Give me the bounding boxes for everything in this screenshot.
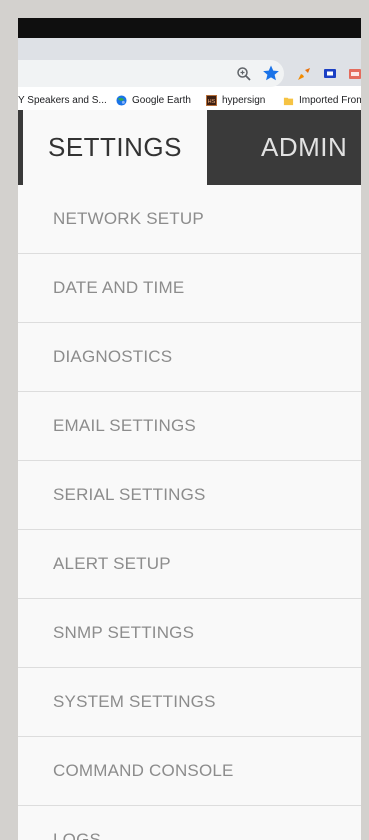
hypersign-icon: HS [206,95,217,106]
window-title-bar [18,18,361,38]
settings-menu: NETWORK SETUP DATE AND TIME DIAGNOSTICS … [18,185,361,840]
bookmark-item[interactable]: Y Speakers and S... [18,95,107,106]
tab-admin[interactable]: ADMIN [207,110,361,185]
bookmark-label: Google Earth [132,95,191,106]
bookmark-item[interactable]: Google Earth [116,95,191,106]
browser-toolbar: Y Speakers and S... Google Earth HS hype… [18,38,361,106]
google-earth-icon [116,95,127,106]
bookmark-label: Imported From [299,95,361,106]
bookmark-item[interactable]: Imported From [283,95,361,106]
menu-item-date-and-time[interactable]: DATE AND TIME [18,254,361,323]
extension-screen-icon[interactable] [322,66,338,82]
menu-item-command-console[interactable]: COMMAND CONSOLE [18,737,361,806]
address-bar[interactable] [18,60,284,87]
menu-item-email-settings[interactable]: EMAIL SETTINGS [18,392,361,461]
menu-item-alert-setup[interactable]: ALERT SETUP [18,530,361,599]
extension-rocket-icon[interactable] [296,66,312,82]
zoom-icon[interactable] [236,66,252,82]
tab-settings[interactable]: SETTINGS [23,110,207,185]
bookmark-label: hypersign [222,95,266,106]
top-nav-bar: SETTINGS ADMIN [18,110,361,185]
bookmark-label: Y Speakers and S... [18,95,107,106]
menu-item-network-setup[interactable]: NETWORK SETUP [18,185,361,254]
folder-icon [283,97,294,106]
bookmarks-bar: Y Speakers and S... Google Earth HS hype… [18,90,361,112]
menu-item-serial-settings[interactable]: SERIAL SETTINGS [18,461,361,530]
menu-item-logs[interactable]: LOGS [18,806,361,840]
bookmark-item[interactable]: HS hypersign [206,95,265,106]
bookmark-star-icon[interactable] [262,64,280,82]
menu-item-system-settings[interactable]: SYSTEM SETTINGS [18,668,361,737]
extension-drive-icon[interactable] [348,66,361,82]
menu-item-diagnostics[interactable]: DIAGNOSTICS [18,323,361,392]
svg-text:HS: HS [208,99,216,105]
browser-window: Y Speakers and S... Google Earth HS hype… [18,18,361,840]
menu-item-snmp-settings[interactable]: SNMP SETTINGS [18,599,361,668]
